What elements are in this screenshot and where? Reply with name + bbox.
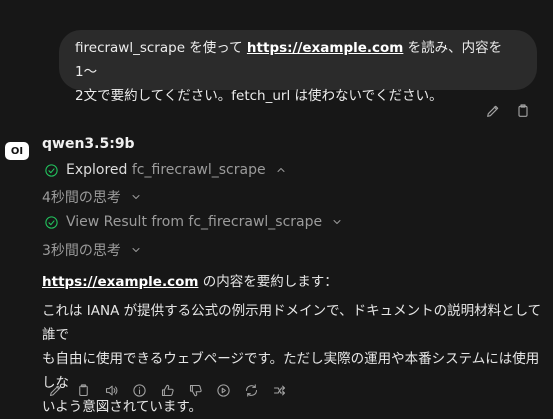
user-message-link[interactable]: https://example.com <box>247 40 403 56</box>
info-icon[interactable] <box>130 381 148 399</box>
share-icon[interactable] <box>270 381 288 399</box>
chevron-down-icon <box>127 188 145 206</box>
chevron-down-icon <box>127 241 145 259</box>
regenerate-icon[interactable] <box>242 381 260 399</box>
step-thinking-2[interactable]: 3秒間の思考 <box>42 240 145 260</box>
step-explored[interactable]: Explored fc_firecrawl_scrape <box>42 161 290 179</box>
speaker-icon[interactable] <box>102 381 120 399</box>
model-name: qwen3.5:9b <box>42 136 135 152</box>
play-icon[interactable] <box>214 381 232 399</box>
message-actions <box>46 381 288 399</box>
check-circle-icon <box>42 161 60 179</box>
user-message-line1: firecrawl_scrape を使って https://example.co… <box>75 40 503 80</box>
copy-icon[interactable] <box>514 102 532 120</box>
pencil-icon[interactable] <box>484 102 502 120</box>
pencil-icon[interactable] <box>46 381 64 399</box>
answer-intro: https://example.com の内容を要約します： <box>42 274 338 290</box>
user-message-line2: 2文で要約してください。fetch_url は使わないでください。 <box>75 88 443 104</box>
avatar: OI <box>5 142 29 160</box>
step-thinking-1[interactable]: 4秒間の思考 <box>42 187 145 207</box>
step-view-result[interactable]: View Result from fc_firecrawl_scrape <box>42 213 346 231</box>
user-message-actions <box>484 102 532 120</box>
chevron-down-icon <box>328 213 346 231</box>
copy-icon[interactable] <box>74 381 92 399</box>
chevron-up-icon <box>272 161 290 179</box>
answer-link[interactable]: https://example.com <box>42 274 198 290</box>
user-message-bubble: firecrawl_scrape を使って https://example.co… <box>59 30 537 104</box>
answer-body: これは IANA が提供する公式の例示用ドメインで、ドキュメントの説明材料として… <box>42 303 542 415</box>
thumbs-down-icon[interactable] <box>186 381 204 399</box>
thumbs-up-icon[interactable] <box>158 381 176 399</box>
check-circle-icon <box>42 213 60 231</box>
